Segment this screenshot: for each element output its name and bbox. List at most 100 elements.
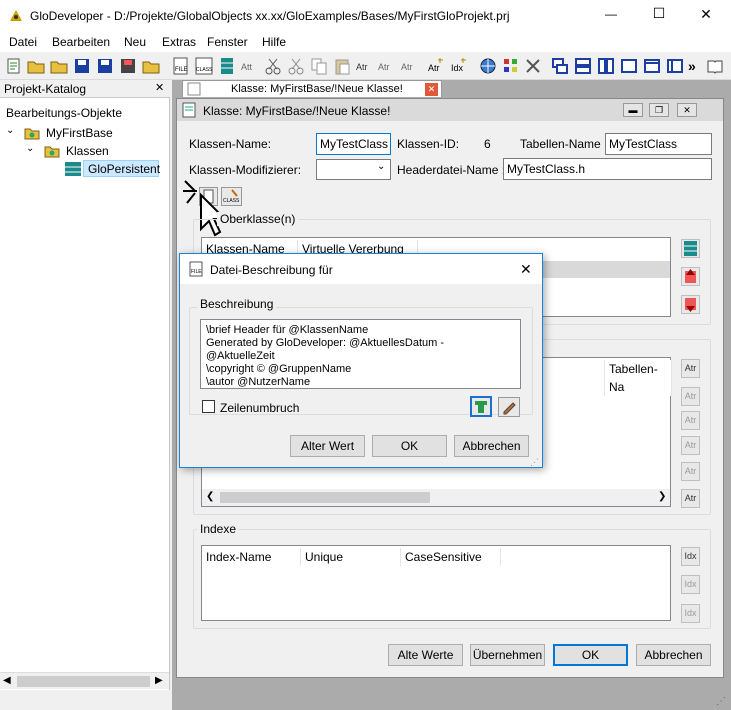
new-index-icon[interactable]: Idx [451, 57, 469, 75]
copy-icon[interactable] [310, 57, 328, 75]
col-case-sensitive[interactable]: CaseSensitive [401, 548, 501, 566]
save-as-icon[interactable] [119, 57, 137, 75]
scroll-thumb[interactable] [17, 676, 150, 687]
chevron-down-icon[interactable]: ⌄ [377, 161, 385, 172]
save-icon[interactable] [73, 57, 91, 75]
paste-icon[interactable] [333, 57, 351, 75]
globe-icon[interactable] [479, 57, 497, 75]
description-textarea[interactable]: \brief Header für @KlassenName Generated… [200, 319, 521, 389]
col-unique[interactable]: Unique [301, 548, 401, 566]
edit-pencil-icon[interactable] [498, 397, 520, 417]
resize-grip-icon[interactable]: ⋰ [530, 457, 539, 468]
table-name-input[interactable]: MyTestClass [605, 133, 712, 155]
index-list[interactable]: Index-Name Unique CaseSensitive [201, 545, 671, 621]
wrap-checkbox[interactable] [202, 400, 215, 413]
delete-index-icon[interactable]: Idx [681, 604, 700, 623]
maximize-button[interactable]: ☐ [644, 5, 674, 22]
window-restore-button[interactable]: ❐ [649, 103, 669, 117]
window-resize-grip-icon[interactable]: ⋰ [716, 696, 726, 707]
scroll-thumb[interactable] [220, 492, 430, 503]
cascade-icon[interactable] [551, 57, 569, 75]
move-down-icon[interactable] [681, 295, 700, 314]
new-class-icon[interactable]: CLASS [195, 57, 213, 75]
dialog-close-icon[interactable]: ✕ [520, 261, 532, 278]
tree-item-folder[interactable]: Klassen [66, 144, 109, 158]
new-attribute-icon[interactable]: Atr [681, 359, 700, 378]
attribute-up-icon[interactable]: Atr [681, 436, 700, 455]
attribute-icon[interactable]: Atr [378, 57, 396, 75]
window-icon[interactable] [620, 57, 638, 75]
scroll-right-icon[interactable]: ▶ [155, 675, 163, 686]
old-values-button[interactable]: Alte Werte [388, 644, 463, 666]
tab-close-icon[interactable]: ✕ [425, 83, 438, 96]
folder-icon[interactable] [142, 57, 160, 75]
cancel-button[interactable]: Abbrechen [636, 644, 711, 666]
window-close-button[interactable]: ✕ [677, 103, 697, 117]
tree-item-class[interactable]: GloPersistent [88, 162, 160, 176]
save-all-icon[interactable] [96, 57, 114, 75]
open-folder-icon[interactable] [50, 57, 68, 75]
new-table-icon[interactable] [681, 239, 700, 258]
menu-hilfe[interactable]: Hilfe [262, 35, 286, 49]
scroll-right-icon[interactable]: ❯ [658, 491, 666, 502]
tree-item-base[interactable]: MyFirstBase [46, 126, 113, 140]
help-book-icon[interactable] [706, 57, 724, 75]
dialog-ok-button[interactable]: OK [372, 435, 447, 457]
tile-horizontal-icon[interactable] [574, 57, 592, 75]
new-file-icon[interactable] [5, 57, 23, 75]
new-table-icon[interactable] [218, 57, 236, 75]
close-button[interactable]: ✕ [691, 6, 721, 23]
minimize-button[interactable]: — [596, 7, 626, 21]
catalog-close-icon[interactable]: ✕ [155, 81, 164, 94]
menu-fenster[interactable]: Fenster [207, 35, 248, 49]
menu-bearbeiten[interactable]: Bearbeiten [52, 35, 110, 49]
dialog-cancel-button[interactable]: Abbrechen [454, 435, 529, 457]
window-icon[interactable] [666, 57, 684, 75]
col-index-name[interactable]: Index-Name [202, 548, 301, 566]
menu-neu[interactable]: Neu [124, 35, 146, 49]
cut-icon[interactable] [264, 57, 282, 75]
edit-index-icon[interactable]: Idx [681, 575, 700, 594]
move-up-icon[interactable] [681, 267, 700, 286]
tools-icon[interactable] [524, 57, 542, 75]
document-tab[interactable]: Klasse: MyFirstBase/!Neue Klasse! ✕ [182, 80, 442, 97]
col-table-name[interactable]: Tabellen-Na [604, 360, 672, 396]
class-name-input[interactable]: MyTestClass [316, 133, 391, 155]
more-icon[interactable]: » [688, 57, 706, 75]
ok-button[interactable]: OK [553, 644, 628, 666]
attribute-icon[interactable]: Att [240, 57, 258, 75]
toolbar: FILE CLASS Att Atr Atr Atr Atr Idx » [0, 52, 731, 80]
text-format-icon[interactable] [470, 396, 492, 417]
window-icon[interactable] [643, 57, 661, 75]
window-minimize-button[interactable]: ▬ [623, 103, 643, 117]
new-index-icon[interactable]: Idx [681, 547, 700, 566]
attribute-icon[interactable]: Atr [356, 57, 374, 75]
new-file-icon[interactable]: FILE [172, 57, 190, 75]
scroll-left-icon[interactable]: ◀ [3, 675, 11, 686]
old-value-button[interactable]: Alter Wert [290, 435, 365, 457]
chevron-down-icon[interactable]: ⌄ [6, 125, 14, 136]
tile-vertical-icon[interactable] [597, 57, 615, 75]
edit-attribute-icon[interactable]: Atr [681, 387, 700, 406]
dialog-title: Datei-Beschreibung für [210, 263, 333, 277]
chevron-down-icon[interactable]: ⌄ [26, 143, 34, 154]
description-line: \autor @NutzerName [206, 376, 311, 388]
open-folder-icon[interactable] [27, 57, 45, 75]
catalog-scrollbar[interactable]: ◀ ▶ [0, 672, 169, 689]
tree-root[interactable]: Bearbeitungs-Objekte [6, 106, 122, 120]
menu-datei[interactable]: Datei [9, 35, 37, 49]
grid-icon[interactable] [502, 57, 520, 75]
attribute-icon[interactable]: Atr [401, 57, 419, 75]
header-file-input[interactable]: MyTestClass.h [503, 158, 712, 180]
description-line: \brief Header für @KlassenName [206, 324, 369, 336]
attribute-scrollbar[interactable]: ❮ ❯ [202, 489, 670, 506]
title-bar: GloDeveloper - D:/Projekte/GlobalObjects… [0, 0, 731, 32]
menu-extras[interactable]: Extras [162, 35, 196, 49]
attribute-down-icon[interactable]: Atr [681, 462, 700, 481]
new-attribute-icon[interactable]: Atr [428, 57, 446, 75]
delete-attribute-icon[interactable]: Atr [681, 411, 700, 430]
cut-icon[interactable] [287, 57, 305, 75]
attribute-option-icon[interactable]: Atr [681, 489, 700, 508]
apply-button[interactable]: Übernehmen [470, 644, 545, 666]
scroll-left-icon[interactable]: ❮ [206, 491, 214, 502]
